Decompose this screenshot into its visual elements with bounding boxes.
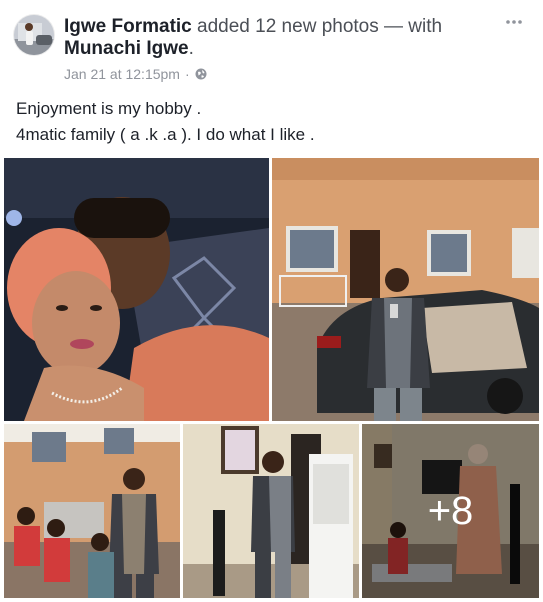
photo-4[interactable]: [183, 424, 359, 598]
caption-line-1: Enjoyment is my hobby .: [16, 99, 202, 118]
photo-1[interactable]: [4, 158, 269, 421]
feed-post: Igwe Formatic added 12 new photos — with…: [0, 0, 543, 602]
tagged-friend[interactable]: Munachi Igwe: [64, 38, 189, 59]
globe-icon: [195, 68, 207, 80]
photo-3[interactable]: [4, 424, 180, 598]
photo-1-image: [4, 158, 269, 421]
photo-2-image: [272, 158, 539, 421]
post-caption: Enjoyment is my hobby . 4matic family ( …: [16, 96, 526, 148]
more-dots-icon: [506, 20, 522, 24]
meta-separator: ·: [184, 66, 190, 82]
photo-4-image: [183, 424, 359, 598]
post-header: Igwe Formatic added 12 new photos — with…: [64, 16, 494, 60]
post-meta: Jan 21 at 12:15pm ·: [64, 66, 207, 82]
more-photos-count: +8: [427, 488, 474, 533]
photo-3-image: [4, 424, 180, 598]
post-timestamp[interactable]: Jan 21 at 12:15pm: [64, 66, 180, 82]
post-action-text: added 12 new photos — with: [191, 16, 443, 37]
author-avatar[interactable]: [14, 15, 54, 55]
photo-5-more[interactable]: +8: [362, 424, 539, 598]
caption-line-2: 4matic family ( a .k .a ). I do what I l…: [16, 125, 315, 144]
author-name[interactable]: Igwe Formatic: [64, 16, 192, 37]
photo-2[interactable]: [272, 158, 539, 421]
more-photos-overlay[interactable]: +8: [362, 424, 539, 598]
tagged-suffix: .: [188, 38, 194, 59]
avatar-image: [14, 15, 54, 55]
post-options-button[interactable]: [499, 10, 529, 34]
